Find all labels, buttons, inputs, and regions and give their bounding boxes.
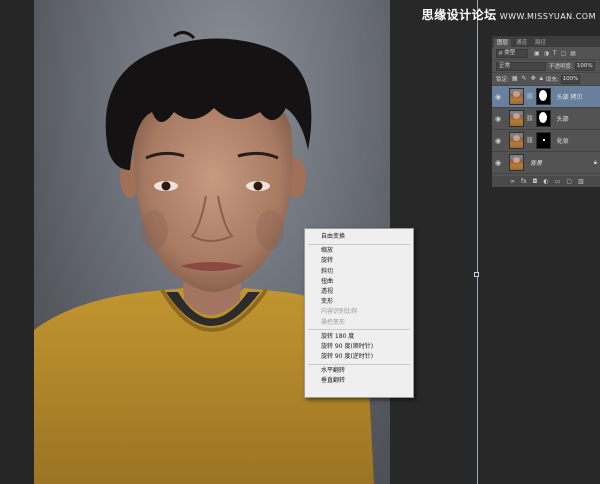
opacity-label: 不透明度: [549, 64, 573, 70]
lock-row: 锁定: ▦ ✎ ✥ 🔒︎ 填充: 100% [492, 73, 600, 86]
layer-name: 头部 拷贝 [556, 94, 583, 101]
lock-icon: 🔒︎ [593, 158, 597, 166]
layer-mask-thumbnail[interactable] [535, 110, 551, 127]
fx-icon[interactable]: fx [521, 178, 527, 185]
layer-makeup[interactable]: ◉ ⛓︎ 化妆 [492, 130, 600, 152]
layers-panel: 图层 通道 路径 ρ 类型 ▣ ◑ T ▢ ▤ 正常 不透明度: 100% 锁定… [492, 36, 600, 187]
layer-name: 背景 [530, 160, 543, 167]
layer-name: 头部 [556, 116, 569, 123]
menu-flip-vertical[interactable]: 垂直翻转 [305, 376, 413, 386]
layer-mask-thumbnail[interactable] [535, 132, 551, 149]
menu-skew[interactable]: 斜切 [305, 267, 413, 277]
menu-free-transform[interactable]: 自由变换 [305, 232, 413, 242]
watermark-site: WWW.MISSYUAN.COM [499, 12, 596, 21]
watermark-text: 思缘设计论坛 [421, 8, 497, 22]
watermark: 思缘设计论坛 WWW.MISSYUAN.COM [422, 6, 596, 22]
panel-tabs: 图层 通道 路径 [492, 37, 600, 47]
mask-link-icon[interactable]: ⛓︎ [526, 93, 534, 100]
adjust-filter-icon[interactable]: ◑ [544, 50, 549, 57]
menu-separator [308, 243, 410, 245]
link-icon[interactable]: ∞ [510, 178, 515, 185]
lock-move-icon[interactable]: ✥ [531, 75, 536, 83]
type-filter-icon[interactable]: T [553, 50, 557, 57]
lock-label: 锁定: [496, 77, 509, 83]
group-icon[interactable]: ▭ [555, 178, 561, 185]
menu-separator [308, 363, 410, 365]
layer-head[interactable]: ◉ ⛓︎ 头部 [492, 108, 600, 130]
panel-footer: ∞ fx ◘ ◐ ▭ ▢ ▥ [492, 176, 600, 187]
smart-filter-icon[interactable]: ▤ [570, 50, 576, 57]
filter-kind-select[interactable]: ρ 类型 [496, 48, 528, 58]
opacity-input[interactable]: 100% [574, 61, 595, 71]
menu-perspective[interactable]: 透视 [305, 287, 413, 297]
blend-mode-select[interactable]: 正常 [496, 61, 546, 71]
search-icon: ρ [499, 49, 503, 56]
trash-icon[interactable]: ▥ [578, 178, 584, 185]
lock-transparent-icon[interactable]: ▦ [512, 75, 518, 83]
transform-context-menu: 自由变换 缩放 旋转 斜切 扭曲 透视 变形 内容识别比例 操控变形 旋转 18… [304, 228, 414, 398]
menu-separator [308, 329, 410, 331]
filter-row: ρ 类型 ▣ ◑ T ▢ ▤ [492, 47, 600, 60]
tab-layers[interactable]: 图层 [494, 39, 512, 47]
lock-paint-icon[interactable]: ✎ [522, 75, 527, 83]
layer-head-copy[interactable]: ◉ ⛓︎ 头部 拷贝 [492, 86, 600, 108]
menu-rotate[interactable]: 旋转 [305, 256, 413, 266]
adjustment-icon[interactable]: ◐ [543, 178, 548, 185]
menu-warp[interactable]: 变形 [305, 297, 413, 307]
menu-rotate-180[interactable]: 旋转 180 度 [305, 332, 413, 342]
shape-filter-icon[interactable]: ▢ [561, 50, 567, 57]
layer-background[interactable]: ◉ 背景 🔒︎ [492, 152, 600, 174]
canvas-pasteboard [0, 0, 34, 484]
mask-link-icon[interactable]: ⛓︎ [526, 137, 534, 144]
visibility-eye-icon[interactable]: ◉ [492, 159, 504, 167]
fill-input[interactable]: 100% [560, 74, 581, 84]
mask-link-icon[interactable]: ⛓︎ [526, 115, 534, 122]
layer-name: 化妆 [556, 138, 569, 145]
menu-content-aware-scale: 内容识别比例 [321, 308, 358, 316]
lock-icons: ▦ ✎ ✥ 🔒︎ [512, 75, 543, 83]
layer-thumbnail [509, 154, 524, 171]
visibility-eye-icon[interactable]: ◉ [492, 137, 504, 145]
layer-thumbnail [509, 88, 524, 105]
transform-bounding-edge [477, 0, 478, 484]
fill-label: 填充: [545, 77, 559, 83]
menu-rotate-90-ccw[interactable]: 旋转 90 度(逆时针) [305, 352, 413, 362]
layer-mask-thumbnail[interactable] [535, 88, 551, 105]
filter-kind-label: 类型 [504, 49, 516, 56]
tab-paths[interactable]: 路径 [532, 39, 549, 47]
lock-all-icon[interactable]: 🔒︎ [540, 75, 543, 83]
menu-distort[interactable]: 扭曲 [305, 277, 413, 287]
transform-handle[interactable] [474, 272, 479, 277]
layer-thumbnail [509, 132, 524, 149]
blend-row: 正常 不透明度: 100% [492, 60, 600, 73]
visibility-eye-icon[interactable]: ◉ [492, 93, 504, 101]
menu-scale[interactable]: 缩放 [305, 246, 413, 256]
new-layer-icon[interactable]: ▢ [566, 178, 572, 185]
menu-puppet-warp: 操控变形 [321, 318, 346, 326]
visibility-eye-icon[interactable]: ◉ [492, 115, 504, 123]
add-mask-icon[interactable]: ◘ [533, 178, 538, 185]
tab-channels[interactable]: 通道 [513, 39, 530, 47]
layer-thumbnail [509, 110, 524, 127]
blend-mode-value: 正常 [499, 62, 511, 69]
filter-icons: ▣ ◑ T ▢ ▤ [534, 50, 576, 57]
menu-rotate-90-cw[interactable]: 旋转 90 度(顺时针) [305, 342, 413, 352]
menu-flip-horizontal[interactable]: 水平翻转 [305, 366, 413, 376]
image-filter-icon[interactable]: ▣ [534, 50, 540, 57]
